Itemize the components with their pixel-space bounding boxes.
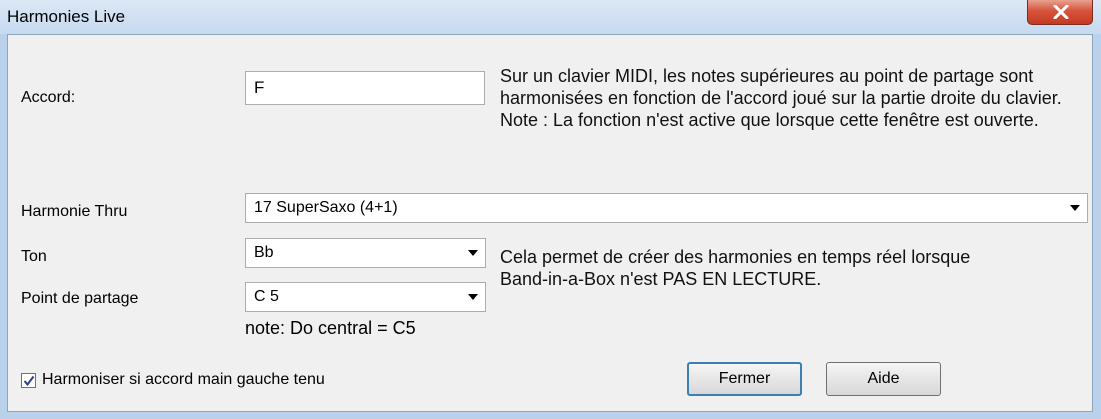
split-point-value: C 5 bbox=[254, 288, 279, 305]
middle-c-note: note: Do central = C5 bbox=[245, 318, 416, 338]
close-icon bbox=[1053, 5, 1069, 19]
harmony-thru-value: 17 SuperSaxo (4+1) bbox=[254, 199, 398, 216]
dialog-window: Harmonies Live Accord: F Sur un clavier … bbox=[0, 0, 1101, 419]
close-window-button[interactable] bbox=[1027, 0, 1093, 25]
chevron-down-icon bbox=[468, 294, 478, 300]
harmonize-checkbox[interactable] bbox=[21, 373, 36, 388]
chord-input[interactable]: F bbox=[245, 71, 485, 105]
split-point-select[interactable]: C 5 bbox=[245, 282, 486, 312]
harmony-thru-label: Harmonie Thru bbox=[21, 203, 128, 220]
dialog-body: Accord: F Sur un clavier MIDI, les notes… bbox=[7, 34, 1093, 412]
key-value: Bb bbox=[254, 244, 274, 261]
description-text: Sur un clavier MIDI, les notes supérieur… bbox=[500, 66, 1062, 130]
realtime-description: Cela permet de créer des harmonies en te… bbox=[500, 247, 971, 289]
chord-label: Accord: bbox=[21, 89, 76, 106]
key-label: Ton bbox=[21, 248, 47, 265]
close-button[interactable]: Fermer bbox=[687, 362, 802, 396]
chevron-down-icon bbox=[1070, 205, 1080, 211]
chord-input-value: F bbox=[254, 78, 265, 97]
title-bar[interactable]: Harmonies Live bbox=[0, 0, 1101, 34]
check-icon bbox=[23, 375, 35, 387]
key-select[interactable]: Bb bbox=[245, 238, 486, 268]
split-point-label: Point de partage bbox=[21, 290, 139, 307]
harmony-thru-select[interactable]: 17 SuperSaxo (4+1) bbox=[245, 193, 1088, 223]
harmonize-checkbox-label[interactable]: Harmoniser si accord main gauche tenu bbox=[42, 371, 325, 389]
window-title: Harmonies Live bbox=[7, 7, 126, 26]
help-button[interactable]: Aide bbox=[826, 362, 941, 396]
chevron-down-icon bbox=[468, 250, 478, 256]
